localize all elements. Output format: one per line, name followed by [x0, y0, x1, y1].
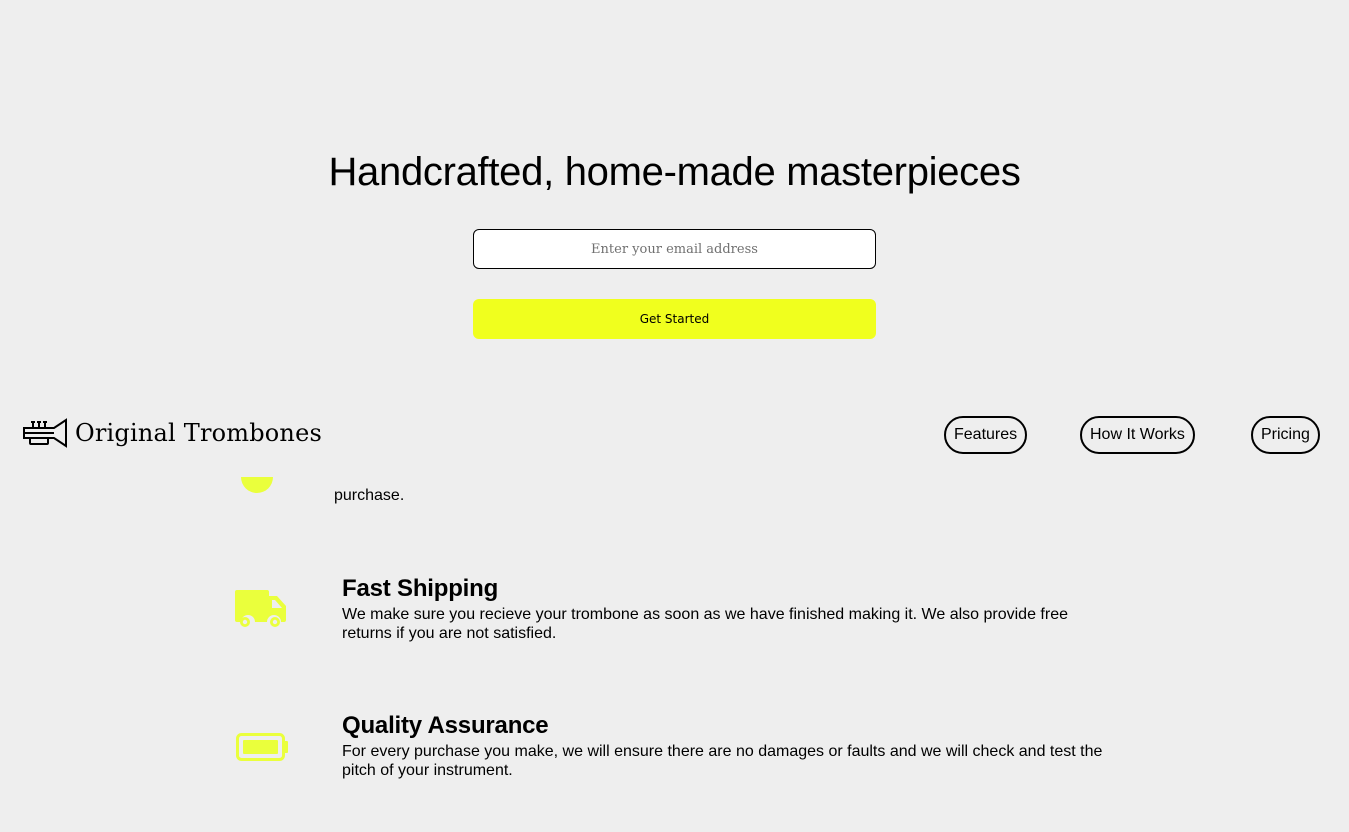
battery-full-icon	[236, 733, 288, 761]
feature-description-partial: purchase.	[334, 487, 405, 504]
feature-description-quality-assurance: For every purchase you make, we will ens…	[342, 743, 1103, 779]
feature-title-fast-shipping: Fast Shipping	[342, 575, 499, 602]
site-header: Original Trombones Features How It Works…	[0, 400, 1349, 470]
logo-text: Original Trombones	[75, 419, 323, 447]
get-started-button[interactable]: Get Started	[473, 299, 876, 339]
logo[interactable]: Original Trombones	[22, 418, 322, 448]
feature-icon-partial	[241, 477, 273, 493]
email-input[interactable]	[473, 229, 876, 269]
feature-title-quality-assurance: Quality Assurance	[342, 712, 549, 739]
truck-icon	[235, 590, 286, 627]
page: Handcrafted, home-made masterpieces Get …	[0, 0, 1349, 832]
feature-description-fast-shipping: We make sure you recieve your trombone a…	[342, 606, 1068, 642]
nav-link-pricing[interactable]: Pricing	[1251, 416, 1320, 454]
nav-link-how-it-works[interactable]: How It Works	[1080, 416, 1195, 454]
nav-link-features[interactable]: Features	[944, 416, 1028, 454]
trumpet-icon	[23, 418, 67, 448]
hero-title: Handcrafted, home-made masterpieces	[328, 150, 1021, 194]
